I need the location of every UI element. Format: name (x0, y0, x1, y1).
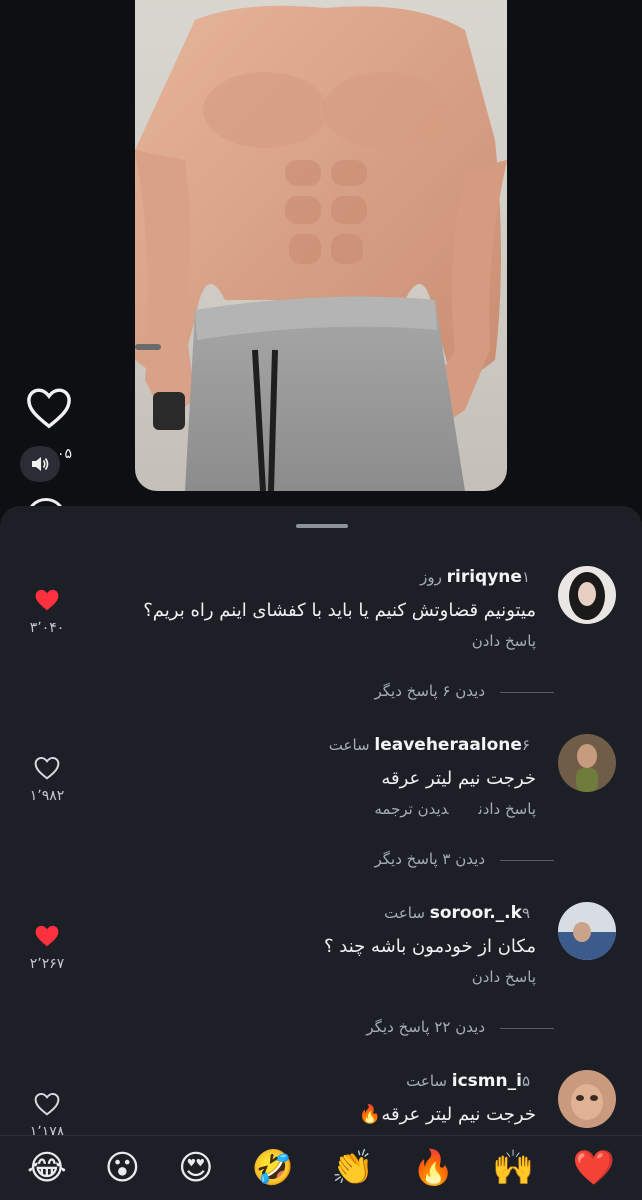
view-more-replies[interactable]: دیدن ۳ پاسخ دیگر (0, 850, 642, 870)
like-heart-icon[interactable] (26, 386, 72, 430)
heart-filled-icon[interactable] (34, 924, 60, 948)
comment-like-count: ۲٬۲۶۷ (29, 956, 65, 972)
comment-like[interactable]: ۲٬۲۶۷ (22, 924, 72, 972)
emoji-heart-eyes[interactable]: 😍 (178, 1148, 213, 1188)
avatar[interactable] (558, 734, 616, 792)
heart-outline-icon[interactable] (34, 756, 60, 780)
like-count: ۰۵ (57, 446, 73, 462)
avatar[interactable] (558, 566, 616, 624)
emoji-open-mouth[interactable]: 😮 (105, 1148, 140, 1188)
reply-button[interactable]: پاسخ دادن (479, 800, 536, 818)
reel-image (135, 5, 507, 491)
view-more-replies[interactable]: دیدن ۶ پاسخ دیگر (0, 682, 642, 702)
emoji-clap[interactable]: 👏 (332, 1148, 374, 1188)
comment-like-count: ۳٬۰۴۰ (29, 620, 65, 636)
comment-username[interactable]: leaveheraalone (374, 735, 522, 755)
reel-area: ۰۵ (0, 0, 642, 520)
sheet-grabber[interactable] (296, 524, 348, 528)
emoji-raised-hands[interactable]: 🙌 (492, 1148, 534, 1188)
comment-like[interactable]: ۱٬۹۸۲ (22, 756, 72, 804)
comment-username[interactable]: ririqyne (447, 567, 522, 587)
reply-button[interactable]: پاسخ دادن (472, 632, 536, 650)
comments-sheet: ririqyne۱ روز میتونیم قضاوتش کنیم یا بای… (0, 506, 642, 1200)
sound-button[interactable] (20, 446, 60, 482)
comment-username[interactable]: soroor._.k (430, 903, 522, 923)
replies-divider (500, 692, 554, 693)
replies-divider (500, 860, 554, 861)
view-more-replies-label[interactable]: دیدن ۳ پاسخ دیگر (374, 850, 485, 868)
emoji-quick-bar: 😂 😮 😍 🤣 👏 🔥 🙌 ❤️ (0, 1135, 642, 1200)
comment-like[interactable]: ۳٬۰۴۰ (22, 588, 72, 636)
avatar[interactable] (558, 1070, 616, 1128)
emoji-joy[interactable]: 😂 (27, 1148, 67, 1188)
comment-like[interactable]: ۱٬۱۷۸ (22, 1092, 72, 1140)
comment-text: خرجت نیم لیتر عرقه (381, 768, 536, 789)
comment-username[interactable]: icsmn_i (452, 1071, 522, 1091)
view-more-replies[interactable]: دیدن ۲۲ پاسخ دیگر (0, 1018, 642, 1038)
view-more-replies-label[interactable]: دیدن ۲۲ پاسخ دیگر (366, 1018, 485, 1036)
emoji-fire[interactable]: 🔥 (412, 1148, 454, 1188)
view-more-replies-label[interactable]: دیدن ۶ پاسخ دیگر (374, 682, 485, 700)
comment-like-count: ۱٬۹۸۲ (29, 788, 65, 804)
heart-filled-icon[interactable] (34, 588, 60, 612)
reel-video[interactable] (135, 0, 507, 491)
see-translation-button[interactable]: دیدن ترجمه (374, 800, 448, 818)
comment-text: مکان از خودمون باشه چند ؟ (324, 936, 536, 957)
comment-text: میتونیم قضاوتش کنیم یا باید با کفشای این… (143, 600, 536, 621)
reply-button[interactable]: پاسخ دادن (472, 968, 536, 986)
heart-outline-icon[interactable] (34, 1092, 60, 1116)
replies-divider (500, 1028, 554, 1029)
speaker-icon (32, 457, 49, 471)
avatar[interactable] (558, 902, 616, 960)
comment-text: خرجت نیم لیتر عرقه🔥 (358, 1104, 536, 1125)
emoji-red-heart[interactable]: ❤️ (573, 1148, 615, 1188)
emoji-rofl[interactable]: 🤣 (251, 1148, 293, 1188)
